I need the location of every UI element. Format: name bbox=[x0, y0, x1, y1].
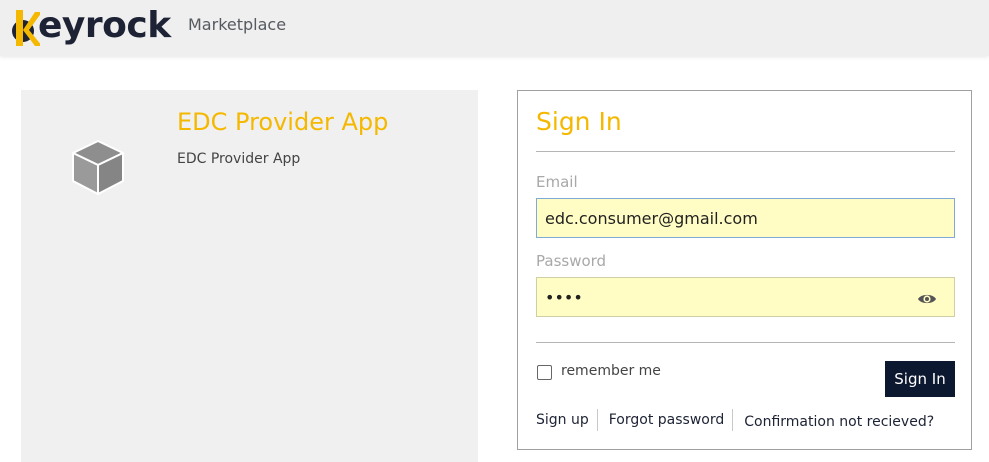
heading-divider bbox=[536, 151, 955, 152]
signin-heading: Sign In bbox=[536, 107, 622, 136]
application-description: EDC Provider App bbox=[177, 151, 301, 167]
application-info-panel: EDC Provider App EDC Provider App bbox=[21, 90, 478, 462]
auth-links: Sign up Forgot password Confirmation not… bbox=[536, 409, 934, 431]
logo-k-mark bbox=[10, 2, 42, 50]
marketplace-label: Marketplace bbox=[188, 15, 287, 34]
signin-form-panel: Sign In Email Password remember me Sign … bbox=[517, 90, 972, 450]
top-navbar: eyrock Marketplace bbox=[0, 0, 989, 56]
logo-wordmark: eyrock bbox=[38, 5, 171, 46]
remember-me-checkbox[interactable] bbox=[537, 365, 552, 380]
email-field[interactable] bbox=[536, 198, 955, 238]
password-label: Password bbox=[536, 252, 607, 270]
cube-icon bbox=[69, 138, 127, 198]
signin-button[interactable]: Sign In bbox=[885, 361, 955, 397]
remember-me-label[interactable]: remember me bbox=[561, 363, 661, 379]
signup-link[interactable]: Sign up bbox=[536, 412, 589, 428]
application-name: EDC Provider App bbox=[177, 108, 389, 136]
form-divider bbox=[536, 342, 955, 343]
email-label: Email bbox=[536, 173, 578, 191]
keyrock-logo[interactable]: eyrock bbox=[10, 2, 171, 50]
link-separator bbox=[732, 409, 734, 431]
eye-icon[interactable] bbox=[917, 291, 937, 307]
logo-k-icon bbox=[12, 10, 42, 46]
confirmation-not-received-link[interactable]: Confirmation not recieved? bbox=[744, 414, 934, 430]
password-field[interactable] bbox=[536, 277, 955, 317]
forgot-password-link[interactable]: Forgot password bbox=[609, 412, 725, 428]
link-separator bbox=[596, 409, 598, 431]
